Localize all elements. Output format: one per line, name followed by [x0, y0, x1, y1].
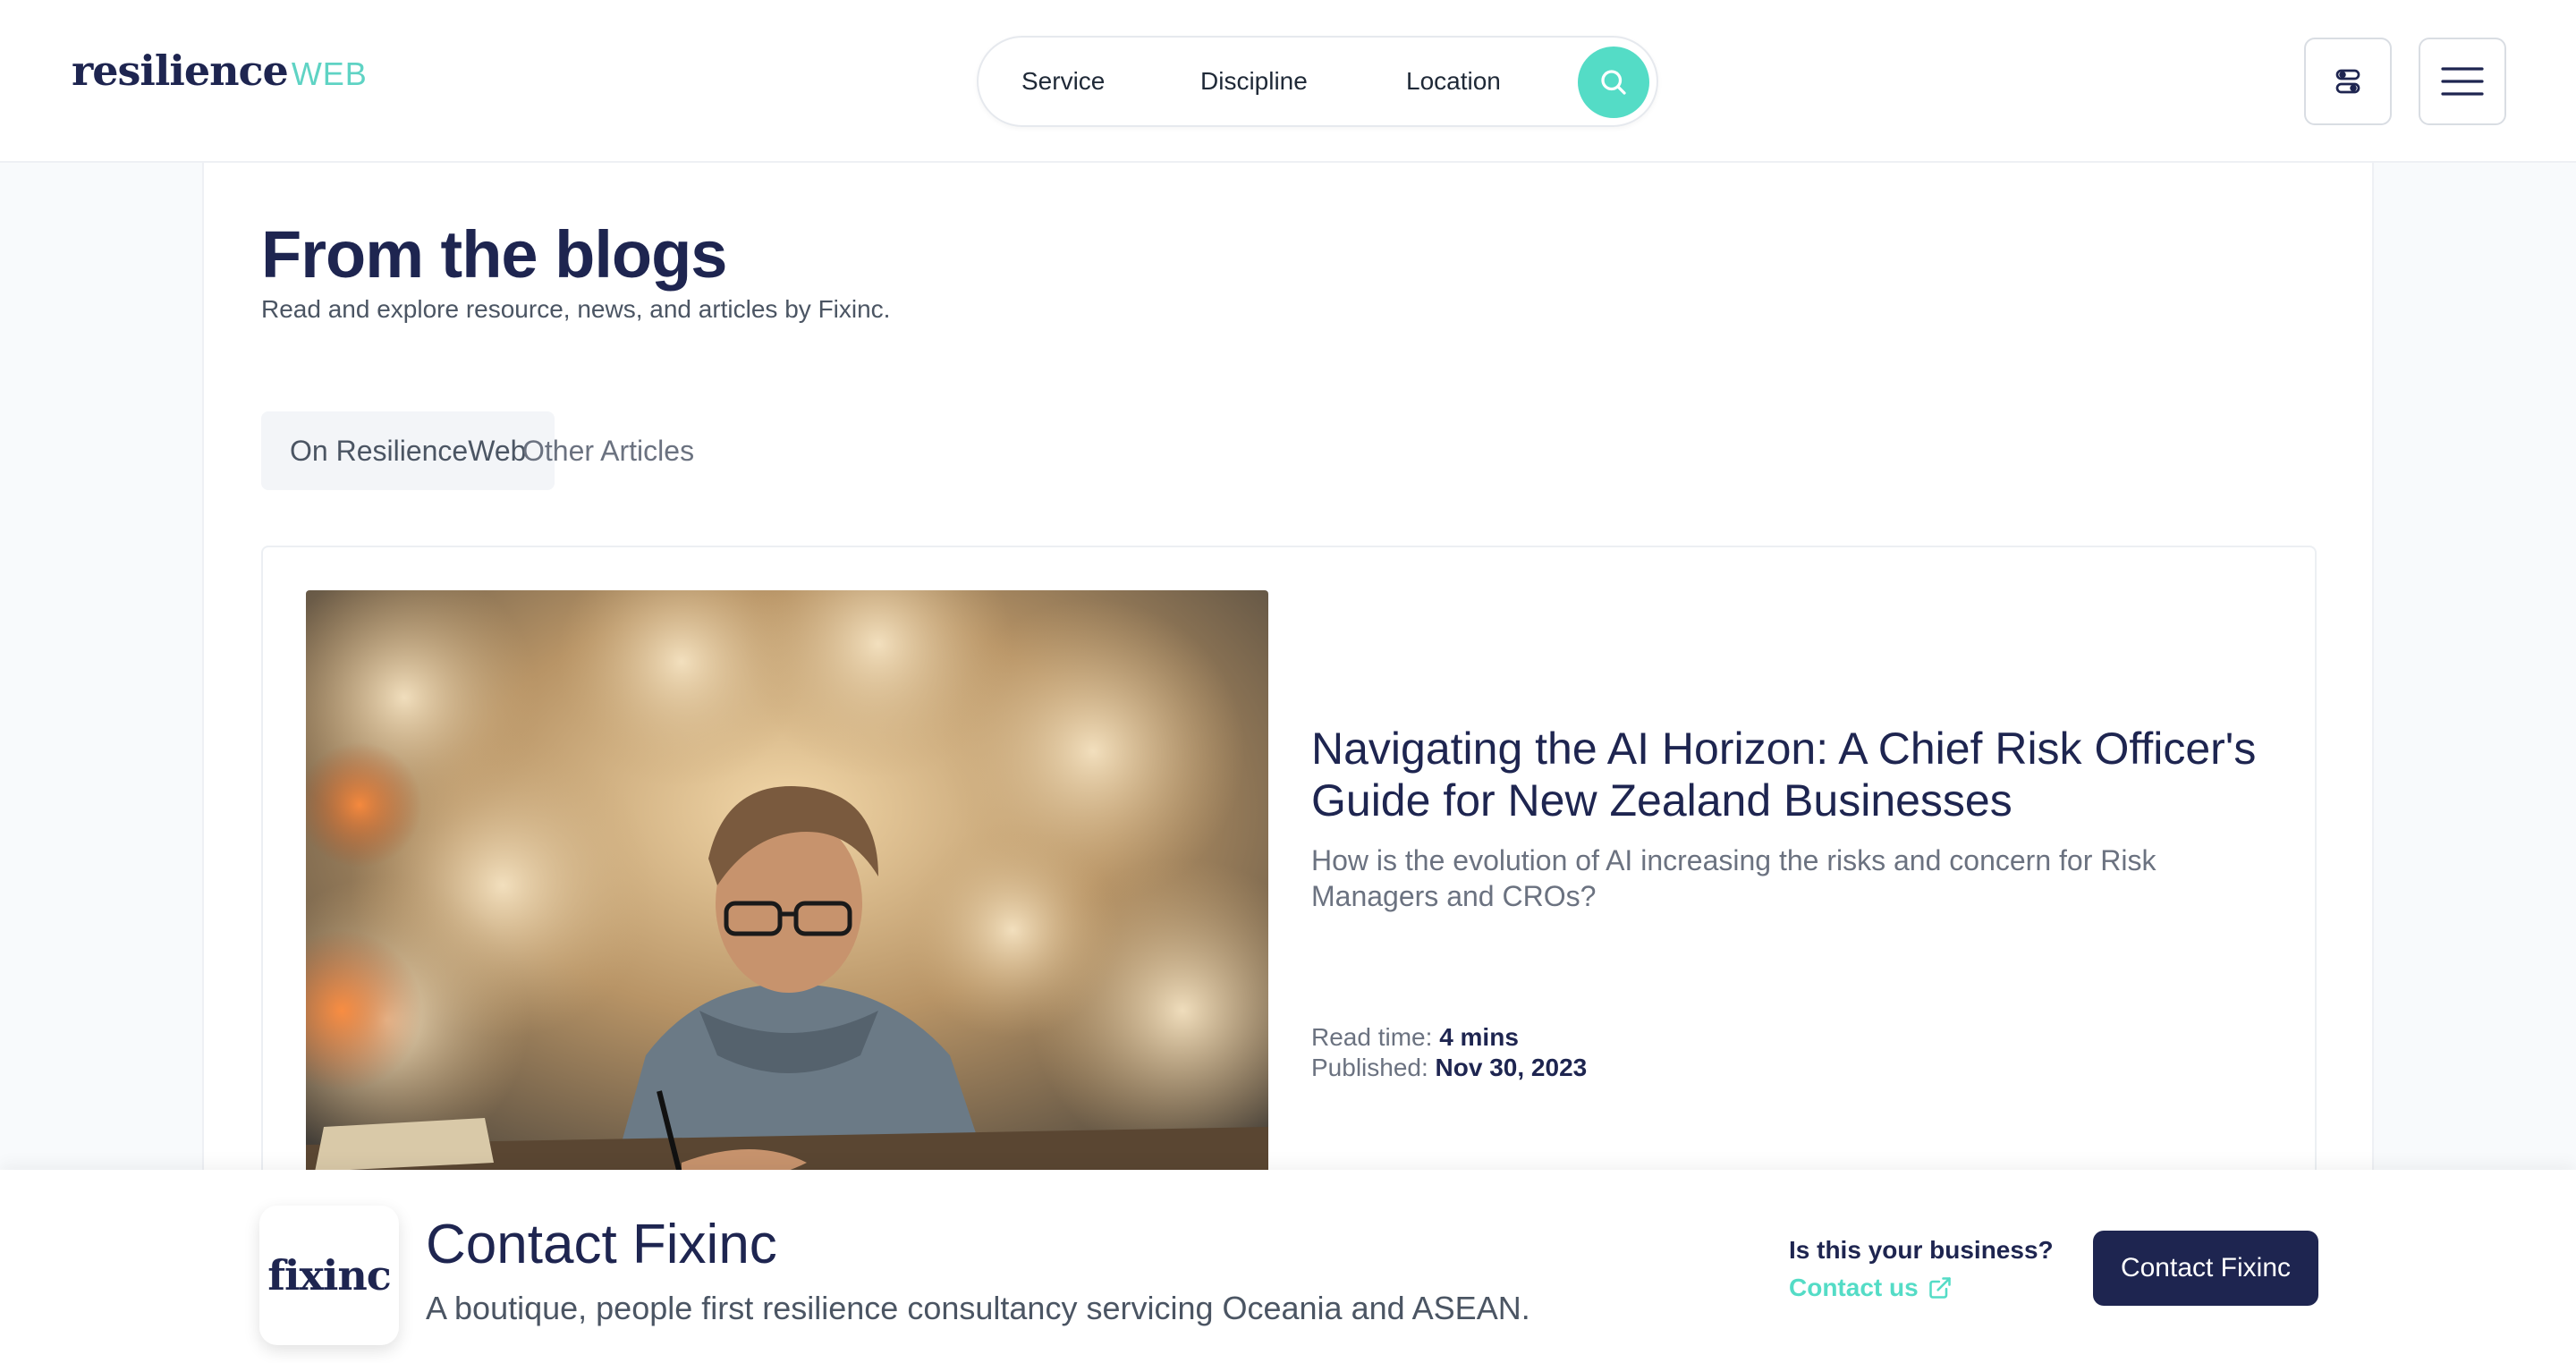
- read-time-value: 4 mins: [1439, 1023, 1519, 1051]
- business-claim-question: Is this your business?: [1789, 1236, 2054, 1264]
- contact-us-label: Contact us: [1789, 1274, 1919, 1301]
- published-label: Published:: [1311, 1054, 1428, 1081]
- resilienceweb-logo[interactable]: resilience WEB: [72, 47, 368, 109]
- article-title[interactable]: Navigating the AI Horizon: A Chief Risk …: [1311, 723, 2259, 826]
- search-discipline-field[interactable]: Discipline: [1200, 38, 1308, 125]
- read-time-label: Read time:: [1311, 1023, 1433, 1051]
- filter-toggle-icon: [2335, 69, 2360, 94]
- search-button[interactable]: [1578, 47, 1649, 118]
- filter-toggle-button[interactable]: [2304, 38, 2392, 125]
- tab-on-resilienceweb[interactable]: On ResilienceWeb: [261, 411, 555, 490]
- logo-wordmark: resilience: [72, 47, 289, 95]
- article-read-time: Read time: 4 mins: [1311, 1023, 1519, 1052]
- page-title: From the blogs: [261, 217, 727, 292]
- page-subtitle: Read and explore resource, news, and art…: [261, 295, 891, 323]
- search-icon: [1601, 70, 1626, 95]
- blog-section: From the blogs Read and explore resource…: [202, 163, 2374, 1225]
- search-bar: Service Discipline Location: [977, 36, 1658, 127]
- contact-bar: fixinc Contact Fixinc A boutique, people…: [0, 1170, 2576, 1363]
- top-navigation-bar: resilience WEB Service Discipline Locati…: [0, 0, 2576, 163]
- article-description: How is the evolution of AI increasing th…: [1311, 844, 2157, 912]
- search-location-field[interactable]: Location: [1406, 38, 1501, 125]
- logo-suffix: WEB: [291, 55, 368, 92]
- fixinc-logo: fixinc: [259, 1206, 399, 1345]
- main-menu-button[interactable]: [2419, 38, 2506, 125]
- external-link-icon: [1928, 1277, 1951, 1299]
- contact-subtitle: A boutique, people first resilience cons…: [426, 1290, 1530, 1326]
- fixinc-wordmark: fixinc: [267, 1251, 392, 1300]
- contact-fixinc-button[interactable]: Contact Fixinc: [2093, 1231, 2318, 1306]
- search-service-field[interactable]: Service: [1021, 38, 1105, 125]
- published-value: Nov 30, 2023: [1435, 1054, 1588, 1081]
- contact-title: Contact Fixinc: [426, 1214, 777, 1275]
- hamburger-menu-icon: [2441, 67, 2484, 96]
- contact-us-link[interactable]: Contact us: [1789, 1274, 1953, 1302]
- article-image[interactable]: [306, 590, 1268, 1216]
- article-published-date: Published: Nov 30, 2023: [1311, 1054, 1587, 1082]
- article-card[interactable]: Navigating the AI Horizon: A Chief Risk …: [261, 546, 2317, 1225]
- article-illustration: [306, 590, 1268, 1216]
- tab-other-articles[interactable]: Other Articles: [522, 411, 694, 490]
